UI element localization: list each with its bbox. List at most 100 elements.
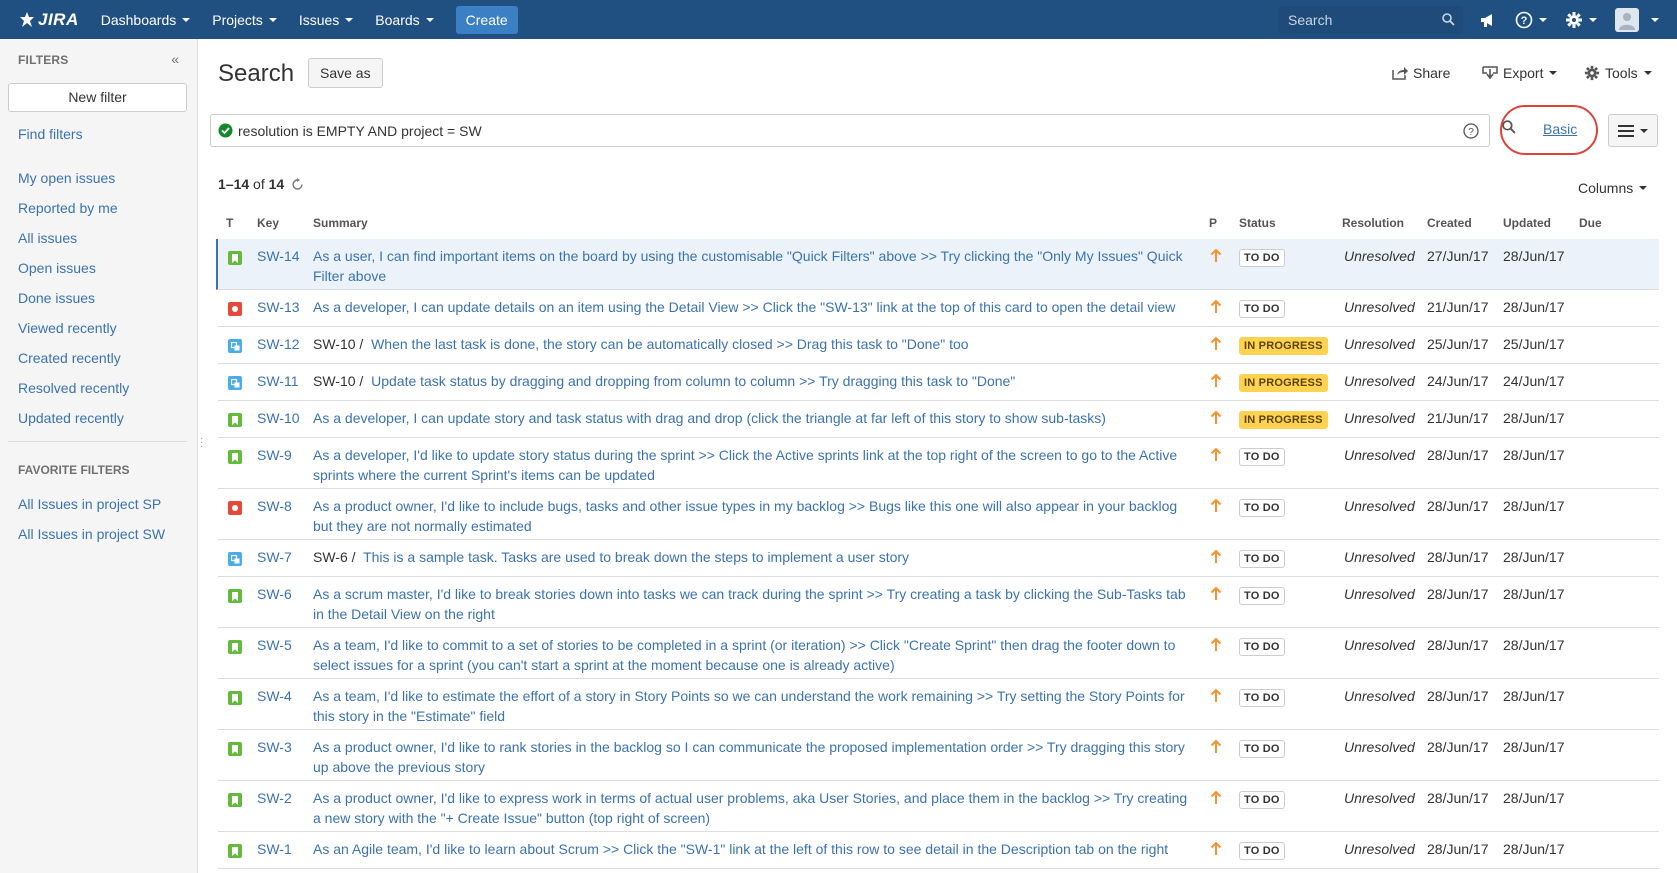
- issue-key-link[interactable]: SW-12: [257, 336, 300, 352]
- table-row[interactable]: SW-14 As a user, I can find important ite…: [216, 239, 1659, 290]
- filter-done-issues[interactable]: Done issues: [18, 290, 95, 306]
- filter-my-open-issues[interactable]: My open issues: [18, 170, 115, 186]
- refresh-icon[interactable]: [291, 177, 304, 191]
- column-header-key[interactable]: Key: [257, 216, 279, 230]
- issue-key-link[interactable]: SW-10: [257, 410, 300, 426]
- issue-summary-link[interactable]: When the last task is done, the story ca…: [371, 336, 968, 352]
- filter-viewed-recently[interactable]: Viewed recently: [18, 320, 117, 336]
- column-header-type[interactable]: T: [226, 216, 233, 230]
- find-filters-link[interactable]: Find filters: [18, 126, 83, 142]
- export-button[interactable]: Export: [1482, 65, 1558, 81]
- table-row[interactable]: SW-4 As a team, I'd like to estimate the …: [218, 679, 1659, 730]
- table-row[interactable]: SW-8 As a product owner, I'd like to incl…: [218, 489, 1659, 540]
- favorite-filter-sw[interactable]: All Issues in project SW: [18, 526, 165, 542]
- table-row[interactable]: SW-1 As an Agile team, I'd like to learn …: [218, 832, 1659, 869]
- table-row[interactable]: SW-11 SW-10 / Update task status by dragg…: [218, 364, 1659, 401]
- issue-summary-link[interactable]: As a scrum master, I'd like to break sto…: [313, 586, 1186, 622]
- table-row[interactable]: SW-3 As a product owner, I'd like to rank…: [218, 730, 1659, 781]
- issue-key-link[interactable]: SW-2: [257, 790, 292, 806]
- issue-key-link[interactable]: SW-11: [257, 373, 299, 389]
- issue-key-link[interactable]: SW-7: [257, 549, 292, 565]
- status-badge: IN PROGRESS: [1239, 374, 1328, 392]
- help-icon[interactable]: ?: [1515, 11, 1547, 29]
- search-icon[interactable]: [1502, 120, 1516, 134]
- table-row[interactable]: SW-10 As a developer, I can update story …: [218, 401, 1659, 438]
- user-avatar-menu[interactable]: [1615, 7, 1659, 32]
- issue-summary-link[interactable]: As a product owner, I'd like to express …: [313, 790, 1187, 826]
- new-filter-button[interactable]: New filter: [8, 83, 187, 112]
- sidebar-resize-handle[interactable]: · · ·: [200, 434, 203, 452]
- issue-summary: As a product owner, I'd like to express …: [313, 788, 1193, 828]
- column-header-resolution[interactable]: Resolution: [1342, 216, 1404, 230]
- basic-search-link[interactable]: Basic: [1543, 121, 1577, 137]
- nav-projects[interactable]: Projects: [212, 12, 277, 28]
- filter-updated-recently[interactable]: Updated recently: [18, 410, 124, 426]
- collapse-sidebar-icon[interactable]: «: [171, 51, 179, 67]
- column-header-due[interactable]: Due: [1579, 216, 1602, 230]
- tools-button[interactable]: Tools: [1584, 65, 1652, 81]
- issue-summary-link[interactable]: As a developer, I'd like to update story…: [313, 447, 1177, 483]
- column-header-created[interactable]: Created: [1427, 216, 1472, 230]
- issue-key-link[interactable]: SW-3: [257, 739, 292, 755]
- issue-summary-link[interactable]: As a developer, I can update story and t…: [313, 410, 1106, 426]
- nav-dashboards[interactable]: Dashboards: [101, 12, 191, 28]
- sidebar-divider: [8, 441, 187, 442]
- issue-summary-link[interactable]: As a team, I'd like to estimate the effo…: [313, 688, 1185, 724]
- table-row[interactable]: SW-12 SW-10 / When the last task is done,…: [218, 327, 1659, 364]
- column-header-status[interactable]: Status: [1239, 216, 1276, 230]
- issue-summary-link[interactable]: As a developer, I can update details on …: [313, 299, 1175, 315]
- share-button[interactable]: Share: [1392, 65, 1450, 81]
- filter-reported-by-me[interactable]: Reported by me: [18, 200, 118, 216]
- created-date: 25/Jun/17: [1427, 336, 1489, 352]
- column-header-summary[interactable]: Summary: [313, 216, 368, 230]
- jira-logo[interactable]: JIRA: [19, 10, 79, 30]
- issue-summary-link[interactable]: Update task status by dragging and dropp…: [371, 373, 1015, 389]
- nav-boards[interactable]: Boards: [375, 12, 434, 28]
- issue-key-link[interactable]: SW-14: [257, 248, 300, 264]
- filter-created-recently[interactable]: Created recently: [18, 350, 121, 366]
- issue-summary: As a scrum master, I'd like to break sto…: [313, 584, 1193, 624]
- columns-button[interactable]: Columns: [1578, 180, 1648, 196]
- create-button[interactable]: Create: [455, 5, 518, 34]
- issue-summary-link[interactable]: As a product owner, I'd like to include …: [313, 498, 1177, 534]
- issue-key-link[interactable]: SW-4: [257, 688, 292, 704]
- issue-summary: SW-10 / Update task status by dragging a…: [313, 371, 1193, 391]
- settings-gear-icon[interactable]: [1565, 11, 1597, 29]
- save-as-button[interactable]: Save as: [308, 58, 383, 88]
- filter-all-issues[interactable]: All issues: [18, 230, 77, 246]
- global-search-input[interactable]: Search: [1278, 5, 1463, 34]
- parent-issue-link[interactable]: SW-6 /: [313, 549, 356, 565]
- nav-issues[interactable]: Issues: [299, 12, 354, 28]
- issue-key-link[interactable]: SW-9: [257, 447, 292, 463]
- issue-summary-link[interactable]: This is a sample task. Tasks are used to…: [363, 549, 909, 565]
- priority-major-icon: [1210, 373, 1222, 391]
- filter-resolved-recently[interactable]: Resolved recently: [18, 380, 129, 396]
- chevron-down-icon: [1539, 17, 1547, 22]
- issue-summary-link[interactable]: As a user, I can find important items on…: [313, 248, 1183, 284]
- issue-key-link[interactable]: SW-6: [257, 586, 292, 602]
- table-row[interactable]: SW-2 As a product owner, I'd like to expr…: [218, 781, 1659, 832]
- layout-switcher-button[interactable]: [1608, 114, 1658, 147]
- issue-key-link[interactable]: SW-8: [257, 498, 292, 514]
- issue-summary-link[interactable]: As a product owner, I'd like to rank sto…: [313, 739, 1185, 775]
- filter-open-issues[interactable]: Open issues: [18, 260, 96, 276]
- issue-summary-link[interactable]: As an Agile team, I'd like to learn abou…: [313, 841, 1168, 857]
- issue-key-link[interactable]: SW-13: [257, 299, 300, 315]
- issue-key-link[interactable]: SW-5: [257, 637, 292, 653]
- table-row[interactable]: SW-13 As a developer, I can update detail…: [218, 290, 1659, 327]
- jql-query-input[interactable]: resolution is EMPTY AND project = SW ?: [210, 114, 1490, 147]
- issue-summary-link[interactable]: As a team, I'd like to commit to a set o…: [313, 637, 1175, 673]
- table-row[interactable]: SW-7 SW-6 / This is a sample task. Tasks …: [218, 540, 1659, 577]
- issue-key-link[interactable]: SW-1: [257, 841, 292, 857]
- column-header-updated[interactable]: Updated: [1503, 216, 1551, 230]
- parent-issue-link[interactable]: SW-10 /: [313, 336, 363, 352]
- announcement-icon[interactable]: [1479, 12, 1497, 28]
- parent-issue-link[interactable]: SW-10 /: [313, 373, 363, 389]
- favorite-filter-sp[interactable]: All Issues in project SP: [18, 496, 161, 512]
- table-row[interactable]: SW-6 As a scrum master, I'd like to break…: [218, 577, 1659, 628]
- table-row[interactable]: SW-5 As a team, I'd like to commit to a s…: [218, 628, 1659, 679]
- table-row[interactable]: SW-9 As a developer, I'd like to update s…: [218, 438, 1659, 489]
- column-header-priority[interactable]: P: [1209, 216, 1217, 230]
- syntax-help-icon[interactable]: ?: [1463, 123, 1479, 139]
- tools-label: Tools: [1605, 65, 1638, 81]
